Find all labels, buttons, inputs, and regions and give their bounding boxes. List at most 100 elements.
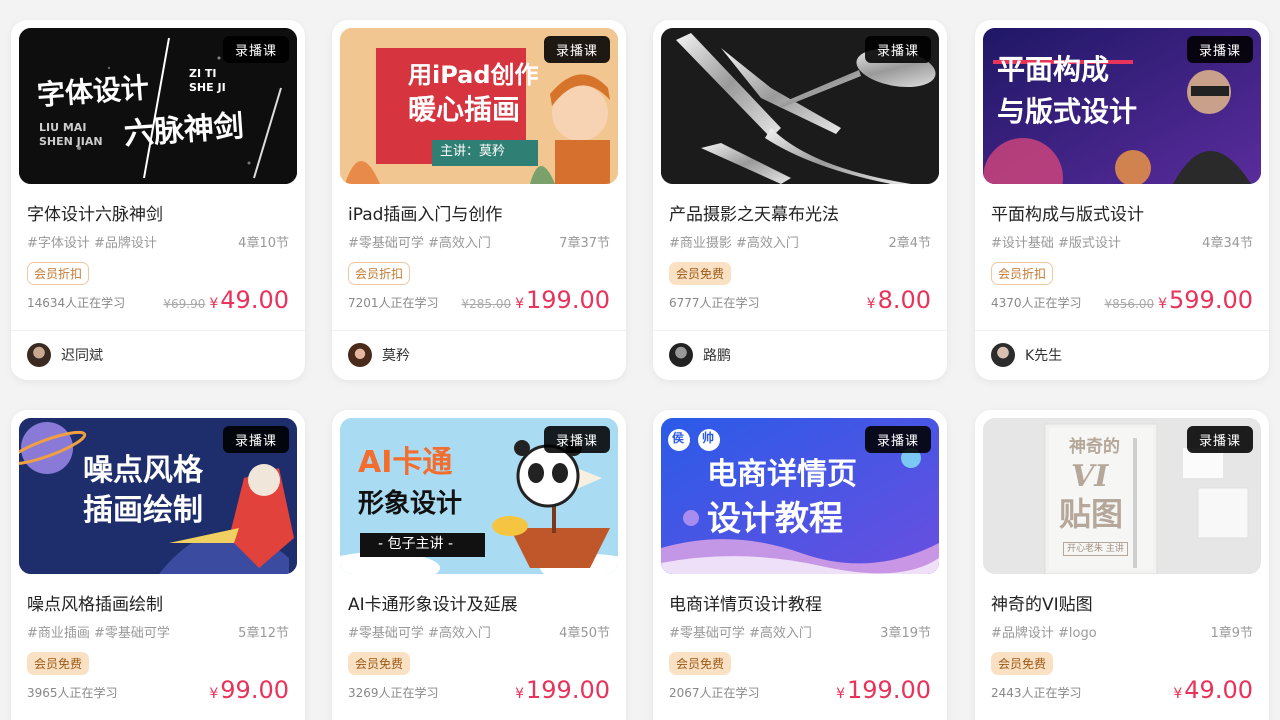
course-title[interactable]: 字体设计六脉神剑 [27,200,163,225]
course-card[interactable]: 噪点风格 插画绘制 录播课 噪点风格插画绘制 #商业插画 #零基础可学 5章12… [11,410,305,720]
course-thumbnail[interactable]: 录播课 [661,28,939,184]
thumbnail-badge: 侯 [672,431,685,445]
recorded-course-tag: 录播课 [222,426,289,453]
price-block: ¥ 99.00 [209,676,289,704]
course-thumbnail[interactable]: 噪点风格 插画绘制 录播课 [19,418,297,574]
course-thumbnail[interactable]: 神奇的 VI 贴图 开心老朱 主讲 录播课 [983,418,1261,574]
course-chapters: 2章4节 [888,236,931,251]
course-tags: #商业插画 #零基础可学 [27,626,170,641]
member-badge: 会员折扣 [348,262,411,285]
course-card[interactable]: 字体设计 六脉神剑 ZI TI SHE JI LIU MAI SHEN JIAN… [11,20,305,380]
currency-symbol: ¥ [515,686,525,702]
course-title[interactable]: 产品摄影之天幕布光法 [669,200,839,225]
current-price: 199.00 [847,676,931,704]
member-badge: 会员免费 [27,652,90,675]
author-name: 迟同斌 [61,348,103,364]
author-name: 路鹏 [703,348,731,364]
author-avatar [669,343,693,367]
recorded-course-tag: 录播课 [1186,36,1253,63]
course-thumbnail[interactable]: 字体设计 六脉神剑 ZI TI SHE JI LIU MAI SHEN JIAN… [19,28,297,184]
member-badge: 会员免费 [669,652,732,675]
divider [332,330,626,331]
currency-symbol: ¥ [836,686,846,702]
thumbnail-pinyin: ZI TI [189,67,217,80]
author-info[interactable]: 迟同斌 [27,343,103,367]
course-title[interactable]: 神奇的VI贴图 [991,590,1093,615]
recorded-course-tag: 录播课 [222,36,289,63]
thumbnail-subtitle: - 包子主讲 - [378,536,454,552]
currency-symbol: ¥ [209,686,219,702]
course-thumbnail[interactable]: 平面构成 与版式设计 录播课 [983,28,1261,184]
recorded-course-tag: 录播课 [543,426,610,453]
course-chapters: 1章9节 [1210,626,1253,641]
course-title[interactable]: iPad插画入门与创作 [348,200,502,225]
author-avatar [348,343,372,367]
original-price: ¥285.00 [461,297,512,311]
thumbnail-subtitle: 主讲：莫矜 [440,144,506,159]
thumbnail-title-line1: 用iPad创作 [408,61,539,89]
original-price: ¥69.90 [163,297,206,311]
recorded-course-tag: 录播课 [864,426,931,453]
course-tags: #零基础可学 #高效入门 [669,626,812,641]
recorded-course-tag: 录播课 [1186,426,1253,453]
course-thumbnail[interactable]: AI卡通 形象设计 - 包子主讲 - 录播课 [340,418,618,574]
thumbnail-title-line1: 噪点风格 [83,453,203,488]
price-block: ¥69.90 ¥ 49.00 [163,286,289,314]
price-block: ¥ 199.00 [836,676,931,704]
learner-count: 3269人正在学习 [348,686,439,700]
thumbnail-title-line1: AI卡通 [358,445,453,480]
price-block: ¥285.00 ¥ 199.00 [461,286,610,314]
thumbnail-title-line2: 形象设计 [358,489,463,519]
current-price: 199.00 [526,286,610,314]
course-thumbnail[interactable]: 侯 帅 电商详情页 设计教程 录播课 [661,418,939,574]
course-tags: #设计基础 #版式设计 [991,236,1121,251]
currency-symbol: ¥ [1173,686,1183,702]
course-chapters: 4章34节 [1202,236,1253,251]
course-tags: #零基础可学 #高效入门 [348,236,491,251]
course-card[interactable]: 神奇的 VI 贴图 开心老朱 主讲 录播课 神奇的VI贴图 #品牌设计 #log… [975,410,1269,720]
course-title[interactable]: 平面构成与版式设计 [991,200,1144,225]
thumbnail-subtitle: 开心老朱 主讲 [1063,542,1128,557]
current-price: 49.00 [220,286,289,314]
course-card[interactable]: 用iPad创作 暖心插画 主讲：莫矜 录播课 iPad插画入门与创作 #零基础可… [332,20,626,380]
learner-count: 2067人正在学习 [669,686,760,700]
thumbnail-pinyin: SHEN JIAN [39,135,103,148]
thumbnail-title-line2: 设计教程 [707,499,843,539]
course-tags: #零基础可学 #高效入门 [348,626,491,641]
course-title[interactable]: 电商详情页设计教程 [669,590,822,615]
currency-symbol: ¥ [1158,296,1168,312]
thumbnail-title-line1: 平面构成 [997,53,1110,86]
price-block: ¥ 49.00 [1173,676,1253,704]
course-card[interactable]: 录播课 产品摄影之天幕布光法 #商业摄影 #高效入门 2章4节 会员免费 677… [653,20,947,380]
thumbnail-title-line1: 神奇的 [1069,437,1120,457]
member-badge: 会员免费 [348,652,411,675]
course-chapters: 7章37节 [559,236,610,251]
thumbnail-title-line2: 插画绘制 [83,493,203,528]
author-info[interactable]: K先生 [991,343,1062,367]
course-card[interactable]: 平面构成 与版式设计 录播课 平面构成与版式设计 #设计基础 #版式设计 4章3… [975,20,1269,380]
thumbnail-title-line2: 暖心插画 [408,93,521,126]
price-block: ¥856.00 ¥ 599.00 [1104,286,1253,314]
learner-count: 14634人正在学习 [27,296,126,310]
author-name: 莫矜 [382,348,410,364]
course-card[interactable]: AI卡通 形象设计 - 包子主讲 - 录播课 AI卡通形象设计及延展 #零基础可… [332,410,626,720]
learner-count: 3965人正在学习 [27,686,118,700]
course-chapters: 4章50节 [559,626,610,641]
course-title[interactable]: 噪点风格插画绘制 [27,590,163,615]
course-grid: 字体设计 六脉神剑 ZI TI SHE JI LIU MAI SHEN JIAN… [0,0,1280,720]
course-thumbnail[interactable]: 用iPad创作 暖心插画 主讲：莫矜 录播课 [340,28,618,184]
author-info[interactable]: 莫矜 [348,343,410,367]
course-card[interactable]: 侯 帅 电商详情页 设计教程 录播课 电商详情页设计教程 #零基础可学 #高效入… [653,410,947,720]
learner-count: 6777人正在学习 [669,296,760,310]
author-avatar [991,343,1015,367]
course-chapters: 3章19节 [880,626,931,641]
divider [653,330,947,331]
divider [11,330,305,331]
current-price: 8.00 [877,286,931,314]
author-name: K先生 [1025,348,1063,364]
learner-count: 2443人正在学习 [991,686,1082,700]
course-title[interactable]: AI卡通形象设计及延展 [348,590,518,615]
author-info[interactable]: 路鹏 [669,343,731,367]
currency-symbol: ¥ [866,296,876,312]
course-chapters: 4章10节 [238,236,289,251]
